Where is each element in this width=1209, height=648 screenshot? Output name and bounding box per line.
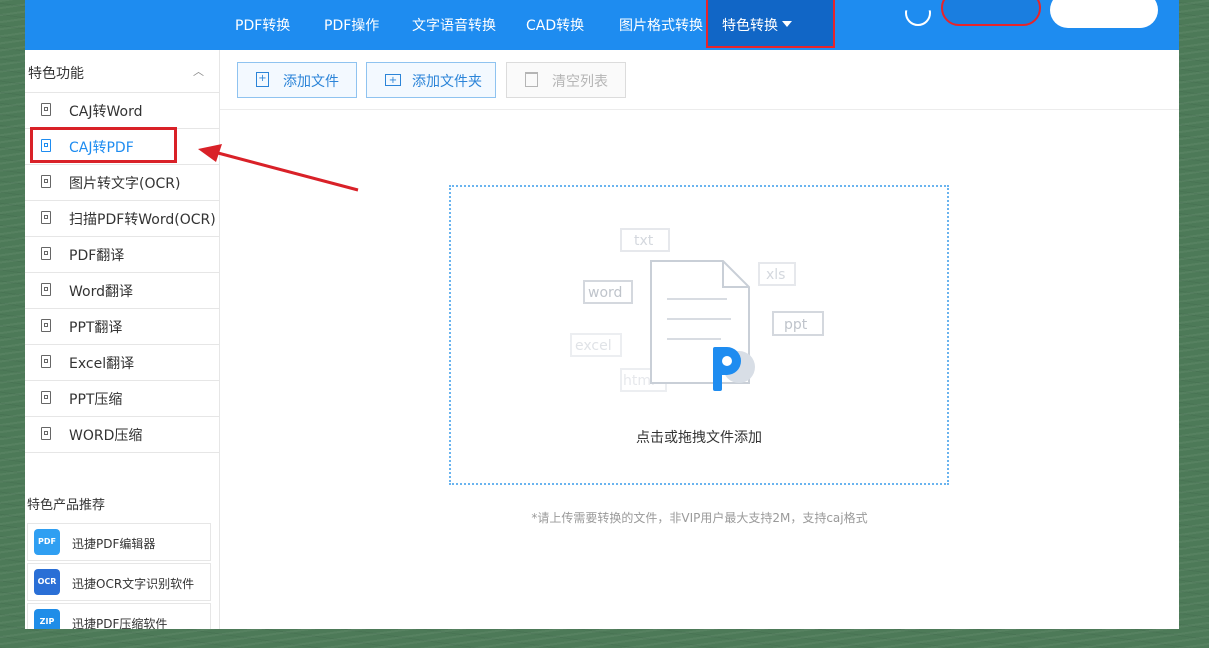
nav-image-format[interactable]: 图片格式转换 (619, 0, 703, 38)
ppt-compress-icon (41, 391, 51, 404)
clear-list-label: 清空列表 (552, 74, 608, 90)
word-file-icon (41, 103, 51, 116)
recommend-title: 特色产品推荐 (27, 498, 106, 513)
nav-pdf-operate[interactable]: PDF操作 (324, 0, 379, 38)
sidebar-item-word-compress[interactable]: WORD压缩 (25, 417, 219, 453)
toolbar: + 添加文件 + 添加文件夹 清空列表 (220, 50, 1179, 110)
product-label: 迅捷PDF编辑器 (72, 537, 156, 551)
pdf-editor-icon: PDF (34, 529, 60, 555)
nav-text-speech[interactable]: 文字语音转换 (412, 0, 496, 38)
sidebar-item-scan-pdf-word[interactable]: 扫描PDF转Word(OCR) (25, 201, 219, 237)
drop-zone[interactable]: txt word xls ppt excel html 点击或拖拽文件添加 (449, 185, 949, 485)
sidebar-item-ppt-translate[interactable]: PPT翻译 (25, 309, 219, 345)
main-panel: + 添加文件 + 添加文件夹 清空列表 txt word xls ppt exc… (220, 50, 1179, 629)
tag-word: word (588, 285, 622, 301)
sidebar-item-caj-pdf[interactable]: CAJ转PDF (25, 127, 219, 165)
trash-icon (525, 72, 538, 87)
pdf-file-icon (41, 247, 51, 260)
sidebar-item-image-ocr[interactable]: 图片转文字(OCR) (25, 165, 219, 201)
sidebar-item-label: PPT翻译 (69, 320, 123, 336)
add-file-label: 添加文件 (283, 74, 339, 90)
collapse-icon[interactable]: ︿ (193, 63, 204, 79)
sidebar-item-pdf-translate[interactable]: PDF翻译 (25, 237, 219, 273)
product-pdf-compress[interactable]: ZIP 迅捷PDF压缩软件 (27, 603, 211, 629)
sidebar-section-header[interactable]: 特色功能 ︿ (25, 50, 219, 93)
tag-xls: xls (766, 267, 785, 283)
sidebar-item-ppt-compress[interactable]: PPT压缩 (25, 381, 219, 417)
sidebar-item-label: WORD压缩 (69, 428, 143, 444)
sidebar-item-label: CAJ转PDF (69, 140, 134, 156)
sidebar-item-label: 扫描PDF转Word(OCR) (69, 212, 216, 228)
sidebar-item-label: Word翻译 (69, 284, 133, 300)
excel-file-icon (41, 355, 51, 368)
add-file-button[interactable]: + 添加文件 (237, 62, 357, 98)
add-file-icon: + (256, 72, 269, 87)
product-ocr[interactable]: OCR 迅捷OCR文字识别软件 (27, 563, 211, 601)
user-icon[interactable] (905, 10, 931, 26)
ocr-icon: OCR (34, 569, 60, 595)
sidebar: 特色功能 ︿ CAJ转Word CAJ转PDF 图片转文字(OCR) 扫描PDF… (25, 50, 220, 629)
app-window: PDF转换 PDF操作 文字语音转换 CAD转换 图片格式转换 特色转换 特色功… (25, 0, 1179, 629)
pdf-file-icon (41, 139, 51, 152)
scan-file-icon (41, 211, 51, 224)
sidebar-item-label: PPT压缩 (69, 392, 123, 408)
tag-excel: excel (575, 338, 612, 354)
zip-icon: ZIP (34, 609, 60, 629)
add-folder-icon: + (385, 74, 401, 86)
add-folder-button[interactable]: + 添加文件夹 (366, 62, 496, 98)
product-pdf-editor[interactable]: PDF 迅捷PDF编辑器 (27, 523, 211, 561)
product-label: 迅捷PDF压缩软件 (72, 617, 168, 629)
nav-cad-convert[interactable]: CAD转换 (526, 0, 584, 38)
clear-list-button[interactable]: 清空列表 (506, 62, 626, 98)
sidebar-item-label: PDF翻译 (69, 248, 125, 264)
sidebar-item-caj-word[interactable]: CAJ转Word (25, 93, 219, 129)
file-illustration: txt word xls ppt excel html (570, 228, 824, 392)
tag-txt: txt (634, 233, 654, 249)
tag-ppt: ppt (784, 317, 808, 333)
top-bar: PDF转换 PDF操作 文字语音转换 CAD转换 图片格式转换 特色转换 (25, 0, 1179, 50)
nav-special-convert-label: 特色转换 (722, 18, 778, 34)
sidebar-item-label: 图片转文字(OCR) (69, 176, 181, 192)
word-file-icon (41, 283, 51, 296)
drop-zone-label: 点击或拖拽文件添加 (636, 430, 762, 446)
section-title: 特色功能 (28, 66, 84, 82)
ppt-file-icon (41, 319, 51, 332)
chevron-down-icon (782, 21, 792, 27)
add-folder-label: 添加文件夹 (412, 74, 482, 90)
login-button[interactable] (1050, 0, 1158, 28)
vip-button[interactable] (941, 0, 1041, 26)
upload-hint: *请上传需要转换的文件，非VIP用户最大支持2M，支持caj格式 (531, 511, 868, 525)
nav-special-convert[interactable]: 特色转换 (706, 0, 835, 48)
sidebar-item-label: Excel翻译 (69, 356, 135, 372)
nav-pdf-convert[interactable]: PDF转换 (235, 0, 290, 38)
sidebar-item-label: CAJ转Word (69, 104, 143, 120)
word-compress-icon (41, 427, 51, 440)
sidebar-item-word-translate[interactable]: Word翻译 (25, 273, 219, 309)
sidebar-item-excel-translate[interactable]: Excel翻译 (25, 345, 219, 381)
product-label: 迅捷OCR文字识别软件 (72, 577, 195, 591)
image-icon (41, 175, 51, 188)
